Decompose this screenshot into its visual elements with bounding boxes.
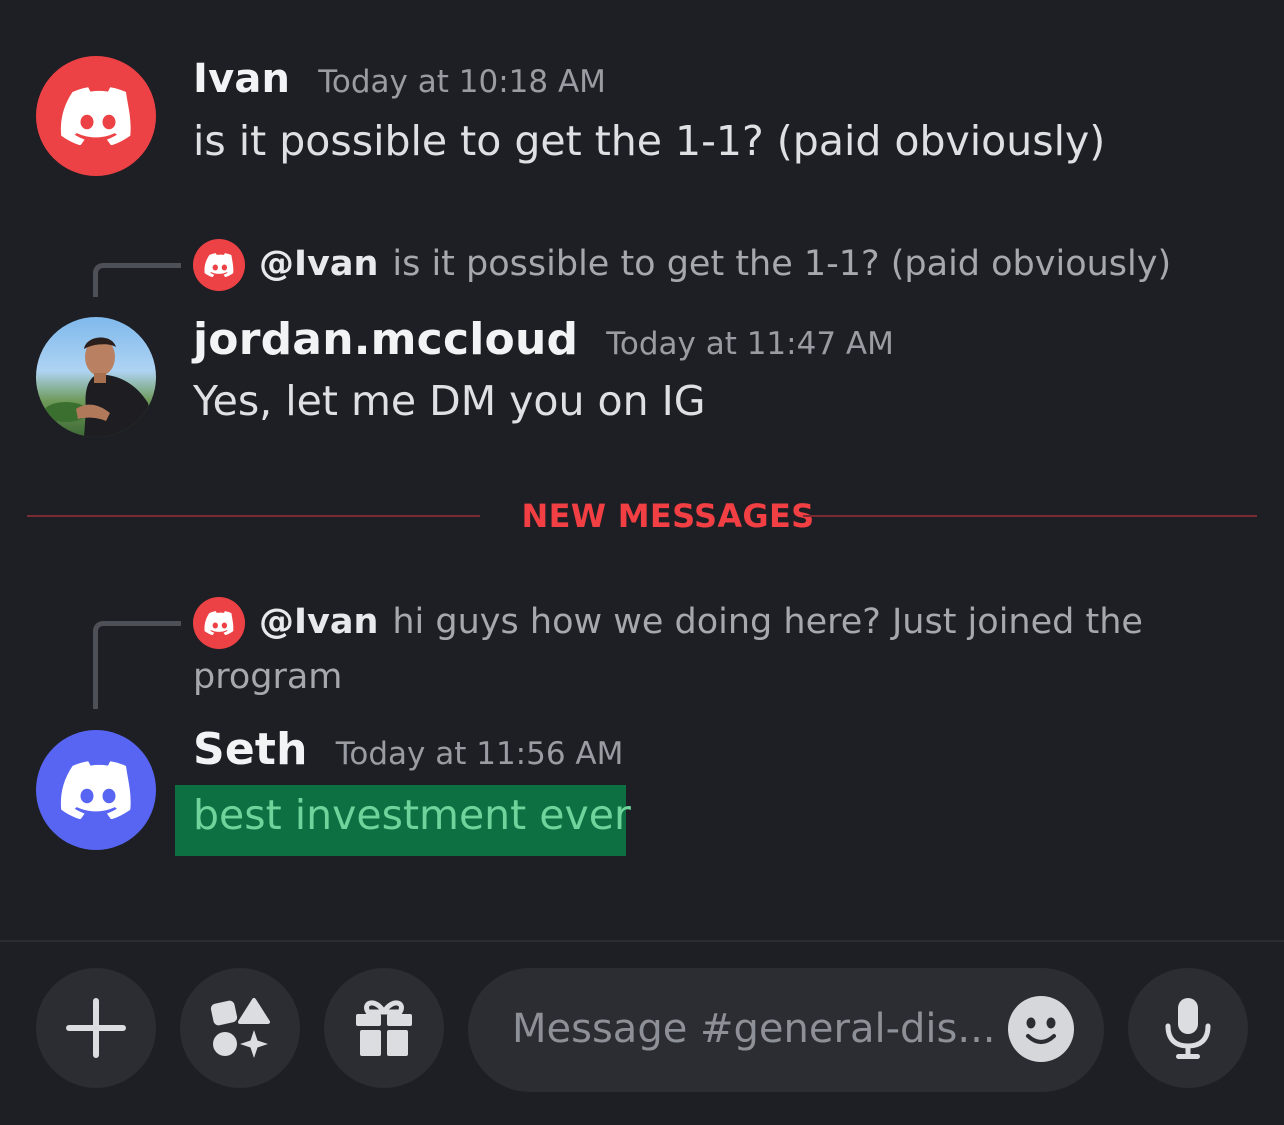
plus-icon xyxy=(66,998,126,1058)
message-content: best investment ever xyxy=(193,791,631,839)
highlighted-message: best investment ever xyxy=(175,785,631,856)
username[interactable]: jordan.mccloud xyxy=(193,314,578,365)
discord-logo-icon xyxy=(60,87,131,145)
avatar[interactable] xyxy=(36,56,156,176)
reply-connector xyxy=(93,263,181,297)
reply-preview[interactable]: @Ivan hi guys how we doing here? Just joi… xyxy=(193,595,1173,705)
timestamp: Today at 10:18 AM xyxy=(318,64,606,100)
apps-button[interactable] xyxy=(180,968,300,1088)
username[interactable]: Seth xyxy=(193,724,308,775)
message-content: is it possible to get the 1-1? (paid obv… xyxy=(193,117,1106,165)
new-messages-divider: NEW MESSAGES xyxy=(27,495,1257,539)
emoji-icon xyxy=(1026,1017,1056,1044)
add-attachment-button[interactable] xyxy=(36,968,156,1088)
reply-content: is it possible to get the 1-1? (paid obv… xyxy=(392,244,1172,284)
divider-line-left xyxy=(27,515,480,517)
profile-photo-icon xyxy=(44,337,156,437)
gift-icon xyxy=(356,1000,412,1056)
apps-icon xyxy=(210,998,270,1058)
microphone-icon xyxy=(1165,998,1211,1059)
username[interactable]: Ivan xyxy=(193,56,290,102)
gift-button[interactable] xyxy=(324,968,444,1088)
message-content: Yes, let me DM you on IG xyxy=(193,377,706,425)
composer-separator xyxy=(0,940,1284,942)
message-input-placeholder: Message #general-dis... xyxy=(512,1006,996,1052)
emoji-button[interactable] xyxy=(1008,996,1074,1062)
avatar[interactable] xyxy=(36,730,156,850)
message-ivan[interactable]: Ivan Today at 10:18 AM is it possible to… xyxy=(0,0,1284,190)
timestamp: Today at 11:47 AM xyxy=(606,326,894,362)
reply-username: @Ivan xyxy=(259,244,379,284)
chat-screen: Ivan Today at 10:18 AM is it possible to… xyxy=(0,0,1284,1125)
message-jordan[interactable]: @Ivan is it possible to get the 1-1? (pai… xyxy=(0,230,1284,450)
divider-line-right xyxy=(803,515,1257,517)
new-messages-label: NEW MESSAGES xyxy=(521,497,815,535)
voice-message-button[interactable] xyxy=(1128,968,1248,1088)
avatar[interactable] xyxy=(36,317,156,437)
reply-connector xyxy=(93,621,181,709)
message-input[interactable]: Message #general-dis... xyxy=(468,968,1104,1092)
reply-username: @Ivan xyxy=(259,602,379,642)
discord-logo-icon xyxy=(60,761,131,819)
timestamp: Today at 11:56 AM xyxy=(335,736,624,772)
reply-preview[interactable]: @Ivan is it possible to get the 1-1? (pai… xyxy=(193,237,1193,292)
